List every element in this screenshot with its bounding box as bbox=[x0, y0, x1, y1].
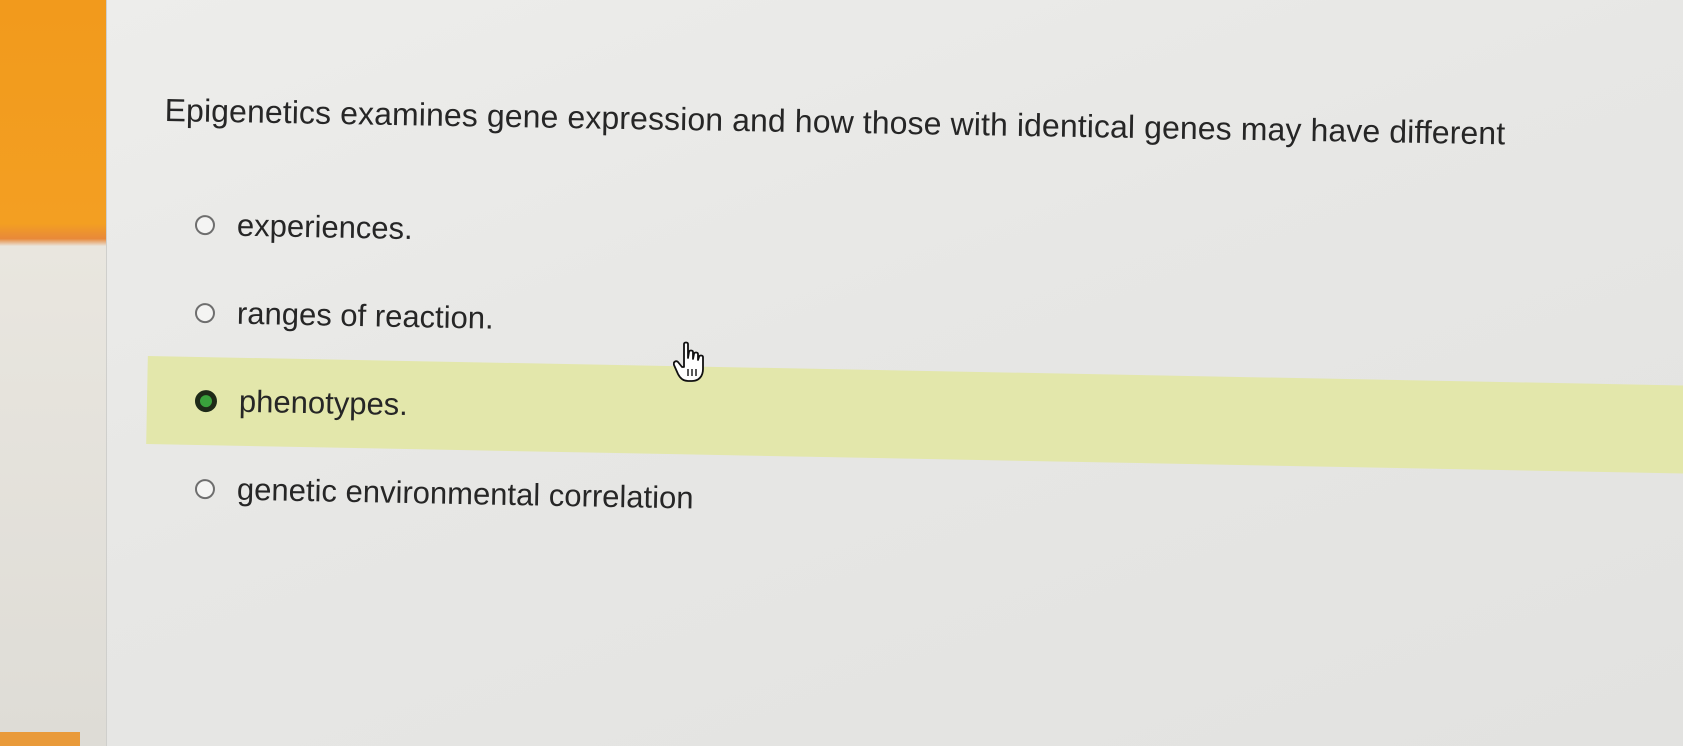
choice-label: phenotypes. bbox=[238, 383, 409, 423]
choice-label: experiences. bbox=[236, 207, 414, 247]
choice-label: ranges of reaction. bbox=[236, 295, 495, 336]
hand-pointer-icon bbox=[673, 341, 704, 382]
radio-button-selected[interactable] bbox=[194, 389, 218, 413]
question-text: Epigenetics examines gene expression and… bbox=[164, 92, 1506, 152]
quiz-screen: Epigenetics examines gene expression and… bbox=[106, 0, 1683, 746]
radio-button[interactable] bbox=[194, 214, 216, 236]
radio-button[interactable] bbox=[194, 478, 216, 500]
background-edge bbox=[0, 0, 112, 746]
choice-label: genetic environmental correlation bbox=[236, 471, 694, 516]
answer-choices: experiences. ranges of reaction. phenoty… bbox=[146, 180, 1683, 532]
background-edge-strip bbox=[0, 732, 80, 746]
radio-button[interactable] bbox=[194, 302, 216, 324]
